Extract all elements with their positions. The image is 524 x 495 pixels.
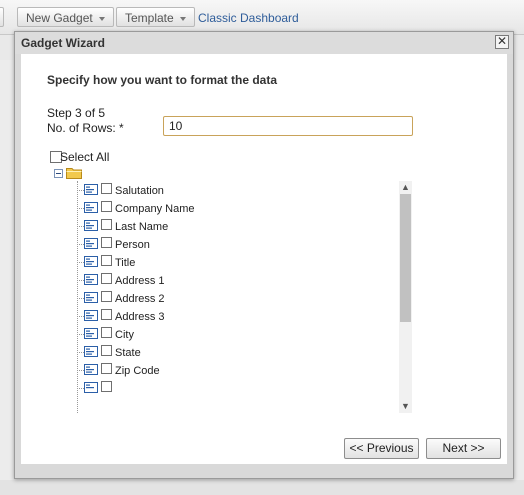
tree-branch [77,316,84,317]
template-button[interactable]: Template [116,7,195,27]
field-checkbox[interactable] [101,273,112,284]
field-item-salutation[interactable]: Salutation [77,181,377,199]
close-icon[interactable]: ✕ [495,35,509,49]
background-right-pane [514,60,524,480]
field-checkbox[interactable] [101,219,112,230]
field-label: Last Name [115,221,169,233]
tree-branch [77,262,84,263]
field-list-icon [84,328,98,339]
field-checkbox[interactable] [101,327,112,338]
gadget-wizard-dialog: Gadget Wizard ✕ Specify how you want to … [14,31,514,479]
field-item-zip-code[interactable]: Zip Code [77,361,377,379]
field-list-icon [84,220,98,231]
field-list-scrollbar[interactable]: ▲ ▼ [399,181,412,413]
new-gadget-label: New Gadget [26,11,93,25]
field-item-city[interactable]: City [77,325,377,343]
scroll-up-icon[interactable]: ▲ [399,181,412,194]
tree-branch [77,352,84,353]
field-item-person[interactable]: Person [77,235,377,253]
field-checkbox[interactable] [101,201,112,212]
dialog-body: Specify how you want to format the data … [21,54,507,464]
field-label: Address 3 [115,311,165,323]
folder-icon [66,168,82,179]
tree-branch [77,226,84,227]
field-list-icon [84,310,98,321]
classic-dashboard-link[interactable]: Classic Dashboard [198,11,299,25]
field-checkbox[interactable] [101,363,112,374]
tree-branch [77,370,84,371]
background-toolbar-edge-button[interactable] [0,7,4,27]
rows-label: No. of Rows: * [47,121,124,135]
field-label: State [115,347,141,359]
field-checkbox[interactable] [101,291,112,302]
field-list-icon [84,256,98,267]
dialog-title: Gadget Wizard [21,36,105,50]
background-left-pane [0,60,14,480]
dialog-titlebar[interactable]: Gadget Wizard ✕ [15,32,513,54]
field-checkbox[interactable] [101,309,112,320]
collapse-icon[interactable] [54,169,63,178]
step-indicator: Step 3 of 5 [47,106,106,120]
tree-branch [77,334,84,335]
new-gadget-button[interactable]: New Gadget [17,7,114,27]
field-checkbox[interactable] [101,381,112,392]
field-list-icon [84,202,98,213]
previous-button[interactable]: << Previous [344,438,419,459]
field-item-state[interactable]: State [77,343,377,361]
field-label: Person [115,239,150,251]
wizard-heading: Specify how you want to format the data [47,73,278,87]
field-item-address-3[interactable]: Address 3 [77,307,377,325]
field-label: Address 2 [115,293,165,305]
field-label: Address 1 [115,275,165,287]
field-item-address-2[interactable]: Address 2 [77,289,377,307]
field-list-icon [84,292,98,303]
rows-input[interactable] [163,116,413,136]
field-list[interactable]: Salutation Company Name Last Name Person [77,181,399,413]
field-list-icon [84,382,98,393]
field-checkbox[interactable] [101,255,112,266]
field-label: Title [115,257,136,269]
tree-branch [77,280,84,281]
chevron-down-icon [179,16,186,21]
tree-branch [77,388,84,389]
field-item-address-1[interactable]: Address 1 [77,271,377,289]
field-label: Zip Code [115,365,160,377]
field-item-last-name[interactable]: Last Name [77,217,377,235]
tree-branch [77,244,84,245]
field-list-icon [84,364,98,375]
background-toolbar: New Gadget Template Classic Dashboard [0,0,524,35]
field-list-icon [84,184,98,195]
field-list-icon [84,238,98,249]
select-all-label: Select All [60,150,110,164]
field-list-icon [84,274,98,285]
scroll-down-icon[interactable]: ▼ [399,400,412,413]
tree-branch [77,298,84,299]
tree-branch [77,208,84,209]
select-all-control[interactable]: Select All [50,149,111,164]
tree-branch [77,190,84,191]
field-checkbox[interactable] [101,237,112,248]
field-label: Company Name [115,203,195,215]
field-label: City [115,329,134,341]
next-button[interactable]: Next >> [426,438,501,459]
field-checkbox[interactable] [101,345,112,356]
field-list-icon [84,346,98,357]
field-item-company-name[interactable]: Company Name [77,199,377,217]
chevron-down-icon [98,16,105,21]
scroll-thumb[interactable] [400,194,411,322]
template-label: Template [125,11,174,25]
background-footer [0,480,524,495]
field-label: Salutation [115,185,164,197]
field-item-partial[interactable] [77,379,377,397]
field-checkbox[interactable] [101,183,112,194]
field-item-title[interactable]: Title [77,253,377,271]
